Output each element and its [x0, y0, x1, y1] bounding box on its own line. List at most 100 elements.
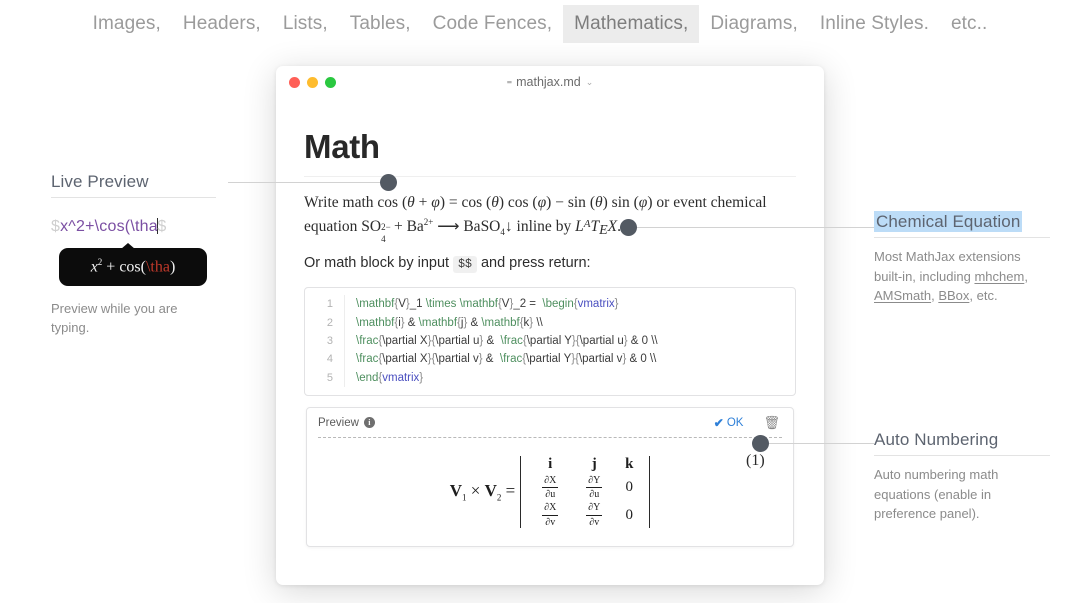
line-number: 2 — [305, 313, 345, 332]
annotation-auto-numbering: Auto Numbering Auto numbering math equat… — [874, 430, 1050, 524]
line-number: 1 — [305, 295, 345, 314]
matrix-cell: ∂X ∂u — [542, 474, 559, 501]
code-line: 1 \mathbf{V}_1 \times \mathbf{V}_2 = \be… — [305, 295, 795, 314]
matrix-cell: 0 — [625, 506, 634, 523]
callout-dot-live-preview — [380, 174, 397, 191]
screenshot-root: Images, Headers, Lists, Tables, Code Fen… — [0, 0, 1080, 603]
line-number: 5 — [305, 368, 345, 387]
line-number: 3 — [305, 331, 345, 351]
code-line: 3 \frac{\partial X}{\partial u} & \frac{… — [305, 331, 795, 351]
matrix-header-k: k — [625, 455, 634, 472]
annotation-chemical-equation: Chemical Equation Most MathJax extension… — [874, 211, 1050, 306]
tooltip-expression: x2 + cos(\tha) — [90, 257, 176, 276]
trash-icon[interactable]: 🗑 — [763, 415, 780, 431]
feature-nav: Images, Headers, Lists, Tables, Code Fen… — [0, 0, 1080, 48]
tooltip-body: x2 + cos(\tha) — [59, 248, 207, 286]
live-preview-input[interactable]: $x^2+\cos(\tha$ — [51, 218, 216, 236]
ok-label: OK — [726, 416, 744, 429]
matrix-cell: 0 — [625, 479, 634, 496]
preview-toolbar: Preview i ✔ OK 🗑 — [307, 408, 793, 437]
window-title[interactable]: ▪▪ mathjax.md ⌄ — [276, 66, 824, 98]
paragraph-lead: Write math — [304, 194, 374, 211]
annotation-title: Auto Numbering — [874, 430, 999, 449]
code-line-content: \frac{\partial X}{\partial v} & \frac{\p… — [356, 353, 657, 366]
leader-line-chemical-equation — [636, 227, 874, 228]
paragraph-math-inline: Write math cos (θ + φ) = cos (θ) cos (φ)… — [304, 191, 796, 244]
inline-formula-cosine: cos (θ + φ) = cos (θ) cos (φ) − sin (θ) … — [377, 194, 653, 211]
nav-item-inline-styles[interactable]: Inline Styles. — [809, 5, 940, 43]
code-line: 5 \end{vmatrix} — [305, 368, 795, 387]
nav-item-tables[interactable]: Tables, — [339, 5, 422, 43]
dollar-open: $ — [51, 218, 61, 235]
callout-dot-chemical-equation — [620, 219, 637, 236]
check-icon: ✔ — [713, 415, 724, 430]
dollar-close: $ — [157, 218, 167, 235]
code-line: 4 \frac{\partial X}{\partial v} & \frac{… — [305, 350, 795, 369]
annotation-live-preview: Live Preview $x^2+\cos(\tha$ x2 + cos(\t… — [51, 172, 216, 338]
matrix-cell: ∂X ∂v — [542, 502, 559, 528]
annotation-caption: Preview while you are typing. — [51, 301, 178, 335]
code-line-content: \mathbf{V}_1 \times \mathbf{V}_2 = \begi… — [356, 298, 619, 311]
hint-post: and press return: — [480, 255, 591, 272]
chevron-down-icon[interactable]: ⌄ — [586, 77, 594, 88]
paragraph-math-block-hint: Or math block by input $$ and press retu… — [304, 252, 796, 274]
code-line-content: \end{vmatrix} — [356, 371, 424, 384]
leader-line-auto-numbering — [768, 443, 874, 444]
matrix-header-j: j — [591, 455, 597, 472]
equation-number: (1) — [746, 452, 765, 469]
matrix-header-i: i — [548, 455, 553, 472]
leader-line-live-preview — [228, 182, 390, 183]
page-title: Math — [304, 128, 380, 165]
editor-window: ▪▪ mathjax.md ⌄ Math Write math cos (θ +… — [276, 66, 824, 585]
annotation-title: Chemical Equation — [874, 211, 1050, 237]
inline-formula-chemical: SO 2− 4 + Ba2+ ⟶ BaSO4↓ — [361, 216, 513, 244]
annotation-divider — [874, 237, 1050, 238]
link-bbox[interactable]: BBox — [938, 288, 969, 303]
code-line-content: \frac{\partial X}{\partial u} & \frac{\p… — [356, 334, 658, 347]
tooltip-arrow-icon — [121, 243, 135, 249]
link-amsmath[interactable]: AMSmath — [874, 288, 931, 303]
matrix-cell: ∂Y ∂v — [586, 502, 603, 528]
matrix-lhs: V1 × V2 = — [449, 481, 516, 503]
rendered-matrix-equation: V1 × V2 = i j k ∂X ∂u ∂Y ∂u 0 ∂X ∂v ∂Y ∂… — [449, 455, 651, 528]
paragraph-tail-a: inline by — [516, 217, 572, 235]
heading-divider — [304, 176, 796, 177]
matrix-grid: i j k ∂X ∂u ∂Y ∂u 0 ∂X ∂v ∂Y ∂v 0 — [521, 456, 649, 528]
body-post: , etc. — [969, 288, 998, 303]
nav-item-etc[interactable]: etc.. — [940, 5, 998, 43]
window-title-text: mathjax.md — [516, 75, 581, 89]
live-preview-tooltip: x2 + cos(\tha) — [59, 243, 207, 286]
nav-item-lists[interactable]: Lists, — [272, 5, 339, 43]
code-line-content: \mathbf{i} & \mathbf{j} & \mathbf{k} \\ — [356, 316, 543, 329]
body-sep-1: , — [1024, 268, 1028, 284]
hint-pre: Or math block by input — [304, 255, 450, 272]
annotation-title: Live Preview — [51, 172, 149, 191]
window-titlebar: ▪▪ mathjax.md ⌄ — [276, 66, 824, 98]
annotation-divider — [874, 455, 1050, 456]
tooltip-error-token: \tha — [145, 258, 170, 276]
preview-render-area: V1 × V2 = i j k ∂X ∂u ∂Y ∂u 0 ∂X ∂v ∂Y ∂… — [307, 438, 793, 546]
line-number: 4 — [305, 350, 345, 369]
code-fence[interactable]: 1 \mathbf{V}_1 \times \mathbf{V}_2 = \be… — [304, 287, 796, 396]
info-icon[interactable]: i — [363, 417, 375, 429]
live-preview-input-text: x^2+\cos(\tha — [60, 218, 158, 235]
markdown-file-icon: ▪▪ — [506, 77, 512, 87]
dollar-dollar-badge: $$ — [453, 256, 477, 274]
annotation-divider — [51, 197, 216, 198]
nav-item-diagrams[interactable]: Diagrams, — [699, 5, 808, 43]
math-preview-card: Preview i ✔ OK 🗑 V1 × V2 = i j k ∂X ∂u ∂… — [306, 406, 794, 547]
nav-item-mathematics[interactable]: Mathematics, — [563, 5, 700, 43]
nav-item-images[interactable]: Images, — [82, 5, 172, 43]
code-line: 2 \mathbf{i} & \mathbf{j} & \mathbf{k} \… — [305, 313, 795, 332]
link-mhchem[interactable]: mhchem — [974, 269, 1024, 284]
nav-item-headers[interactable]: Headers, — [172, 5, 272, 43]
preview-ok-button[interactable]: ✔ OK — [714, 416, 744, 430]
annotation-title-highlight: Chemical Equation — [874, 211, 1023, 232]
annotation-body: Auto numbering math equations (enable in… — [874, 467, 999, 521]
matrix-delimiters: i j k ∂X ∂u ∂Y ∂u 0 ∂X ∂v ∂Y ∂v 0 — [520, 455, 651, 528]
callout-dot-auto-numbering — [752, 435, 769, 452]
document-body: Math Write math cos (θ + φ) = cos (θ) co… — [276, 98, 824, 547]
matrix-bar-right — [649, 455, 651, 528]
matrix-cell: ∂Y ∂u — [586, 474, 603, 501]
nav-item-code-fences[interactable]: Code Fences, — [422, 5, 564, 43]
